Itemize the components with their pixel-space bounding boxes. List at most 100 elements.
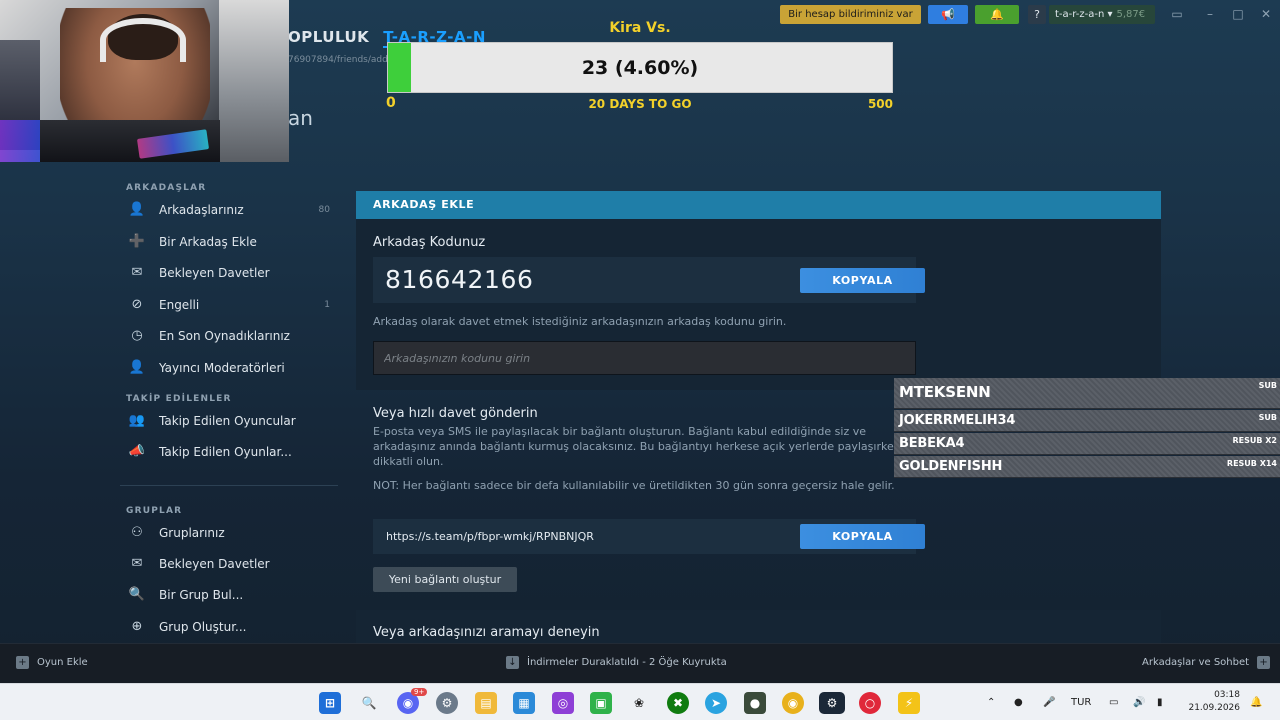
user-icon: 👤	[128, 202, 146, 217]
sidebar-item-followed-players[interactable]: 👥 Takip Edilen Oyuncular	[126, 409, 336, 433]
notification-center-icon[interactable]: 🔔	[1250, 684, 1262, 720]
envelope-icon: ✉	[131, 556, 143, 571]
file-explorer-icon[interactable]: ▤	[475, 692, 497, 714]
stream-app-icon[interactable]: ◎	[552, 692, 574, 714]
steam-taskbar-icon[interactable]: ⚙	[819, 692, 845, 714]
steam-bottom-bar: + Oyun Ekle ↓ İndirmeler Duraklatıldı - 2 …	[0, 643, 1280, 683]
sidebar-item-followed-games[interactable]: 📣 Takip Edilen Oyunlar...	[126, 440, 336, 464]
nav-community[interactable]: OPLULUK	[288, 28, 369, 46]
battery-icon[interactable]: ▮	[1157, 684, 1163, 720]
app-bolt-icon[interactable]: ⚡	[898, 692, 920, 714]
friend-code-input[interactable]	[373, 341, 916, 375]
new-link-button[interactable]: Yeni bağlantı oluştur	[373, 567, 517, 592]
minimize-icon[interactable]: –	[1200, 5, 1220, 24]
sidebar-item-pending-invites[interactable]: ✉ Bekleyen Davetler	[126, 261, 336, 285]
xbox-icon[interactable]: ✖	[667, 692, 689, 714]
goal-progress-text: 23 (4.60%)	[581, 57, 699, 79]
windows-taskbar: ⊞ 🔍 ◉ 9+ ⚙ ▤ ▦ ◎ ▣ ❀ ✖ ➤ ● ◉ ⚙ ○ ⚡ ⌃ ● 🎤…	[0, 683, 1280, 720]
tray-status-icon[interactable]: ●	[1014, 684, 1023, 720]
friend-code-value[interactable]: 816642166	[385, 257, 534, 303]
sub-name: JOKERRMELIH34	[899, 413, 1016, 428]
blocked-icon: ⊘	[131, 297, 143, 312]
close-icon[interactable]: ✕	[1256, 5, 1276, 24]
chrome-icon[interactable]: ◉	[782, 692, 804, 714]
sub-name: GOLDENFISHH	[899, 459, 1003, 474]
account-menu[interactable]: t-a-r-z-a-n ▾ 5,87€	[1049, 5, 1155, 24]
sidebar-item-recently-played[interactable]: ◷ En Son Oynadıklarınız	[126, 324, 336, 348]
sidebar-item-find-group[interactable]: 🔍 Bir Grup Bul...	[126, 583, 336, 607]
downloads-status[interactable]: ↓ İndirmeler Duraklatıldı - 2 Öğe Kuyrukt…	[506, 644, 727, 682]
section-title-groups: GRUPLAR	[126, 506, 183, 516]
sub-tag: RESUB X2	[1232, 436, 1278, 445]
clock-date: 21.09.2026	[1188, 703, 1240, 713]
friends-chat-button[interactable]: Arkadaşlar ve Sohbet +	[1142, 644, 1271, 682]
maximize-icon[interactable]: □	[1228, 5, 1248, 24]
sidebar-item-group-invites[interactable]: ✉ Bekleyen Davetler	[126, 552, 336, 576]
section-title-following: TAKİP EDİLENLER	[126, 394, 232, 404]
friend-code-box: 816642166 KOPYALA	[373, 257, 925, 303]
copy-code-button[interactable]: KOPYALA	[800, 268, 925, 293]
android-app-icon[interactable]: ●	[744, 692, 766, 714]
sidebar-item-create-group[interactable]: ⊕ Grup Oluştur...	[126, 615, 336, 639]
help-button[interactable]: ?	[1028, 5, 1046, 24]
goal-days-remaining: 20 DAYS TO GO	[588, 97, 692, 111]
followed-users-icon: 👥	[128, 413, 146, 428]
search-icon: 🔍	[128, 587, 146, 602]
sub-tag: RESUB X14	[1226, 459, 1277, 468]
goal-title: Kira Vs.	[609, 20, 671, 36]
language-indicator[interactable]: TUR	[1071, 684, 1091, 720]
search-icon[interactable]: 🔍	[358, 692, 380, 714]
copy-link-button[interactable]: KOPYALA	[800, 524, 925, 549]
taskbar-clock[interactable]: 03:18 21.09.2026	[1186, 689, 1240, 715]
url-bar: 76907894/friends/add	[288, 55, 388, 65]
invite-link[interactable]: https://s.team/p/fbpr-wmkj/RPNBNJQR	[386, 519, 594, 554]
display-icon[interactable]: ▭	[1109, 684, 1118, 720]
quick-invite-description: E-posta veya SMS ile paylaşılacak bir ba…	[373, 425, 901, 468]
sidebar-item-friends[interactable]: 👤 Arkadaşlarınız 80	[126, 198, 336, 222]
telegram-icon[interactable]: ➤	[705, 692, 727, 714]
big-picture-icon[interactable]: ▭	[1167, 5, 1187, 24]
followed-games-icon: 📣	[128, 444, 146, 459]
sidebar-item-your-groups[interactable]: ⚇ Gruplarınız	[126, 521, 336, 545]
spreadsheet-app-icon[interactable]: ▣	[590, 692, 612, 714]
section-title-friends: ARKADAŞLAR	[126, 183, 207, 193]
wallet-balance: 5,87€	[1116, 9, 1146, 20]
sidebar-item-blocked[interactable]: ⊘ Engelli 1	[126, 293, 336, 317]
notifications-button[interactable]: 🔔	[975, 5, 1019, 24]
friend-code-hint: Arkadaş olarak davet etmek istediğiniz a…	[373, 315, 787, 328]
webcam-rgb-light	[0, 120, 40, 162]
sidebar-item-stream-moderators[interactable]: 👤 Yayıncı Moderatörleri	[126, 356, 336, 380]
add-game-button[interactable]: + Oyun Ekle	[16, 644, 88, 682]
discord-badge: 9+	[411, 688, 428, 696]
blocked-count: 1	[324, 300, 330, 310]
windows-start-icon[interactable]: ⊞	[319, 692, 341, 714]
friends-sidebar: ARKADAŞLAR 👤 Arkadaşlarınız 80 ➕ Bir Arkada…	[0, 162, 356, 642]
username: t-a-r-z-a-n	[1055, 9, 1105, 20]
bell-icon: 🔔	[990, 8, 1004, 21]
microphone-icon[interactable]: 🎤	[1043, 684, 1055, 720]
friend-code-label: Arkadaş Kodunuz	[373, 235, 486, 250]
sub-row: GOLDENFISHH RESUB X14	[894, 456, 1280, 478]
panel-header: ARKADAŞ EKLE	[356, 191, 1161, 219]
sidebar-item-add-friend[interactable]: ➕ Bir Arkadaş Ekle	[126, 230, 336, 254]
chatgpt-icon[interactable]: ❀	[628, 692, 650, 714]
user-add-icon: ➕	[128, 234, 146, 249]
download-icon: ↓	[506, 655, 519, 669]
sub-row: BEBEKA4 RESUB X2	[894, 433, 1280, 455]
clock-time: 03:18	[1214, 690, 1240, 700]
tray-chevron-up-icon[interactable]: ⌃	[987, 684, 995, 720]
quick-invite-title: Veya hızlı davet gönderin	[373, 406, 538, 421]
clock-icon: ◷	[131, 328, 143, 343]
sub-name: MTEKSENN	[899, 383, 991, 401]
announcements-button[interactable]: 📢	[928, 5, 968, 24]
photos-icon[interactable]: ▦	[513, 692, 535, 714]
friends-chat-icon: +	[1257, 655, 1271, 669]
settings-gear-icon[interactable]: ⚙	[436, 692, 458, 714]
goal-max-label: 500	[867, 97, 893, 111]
volume-icon[interactable]: 🔊	[1133, 684, 1145, 720]
sub-name: BEBEKA4	[899, 436, 965, 451]
plus-icon: +	[16, 655, 29, 669]
search-friend-title: Veya arkadaşınızı aramayı deneyin	[373, 625, 600, 640]
opera-icon[interactable]: ○	[859, 692, 881, 714]
stream-goal-overlay: Kira Vs. 23 (4.60%) 0 20 DAYS TO GO 500	[386, 20, 894, 112]
